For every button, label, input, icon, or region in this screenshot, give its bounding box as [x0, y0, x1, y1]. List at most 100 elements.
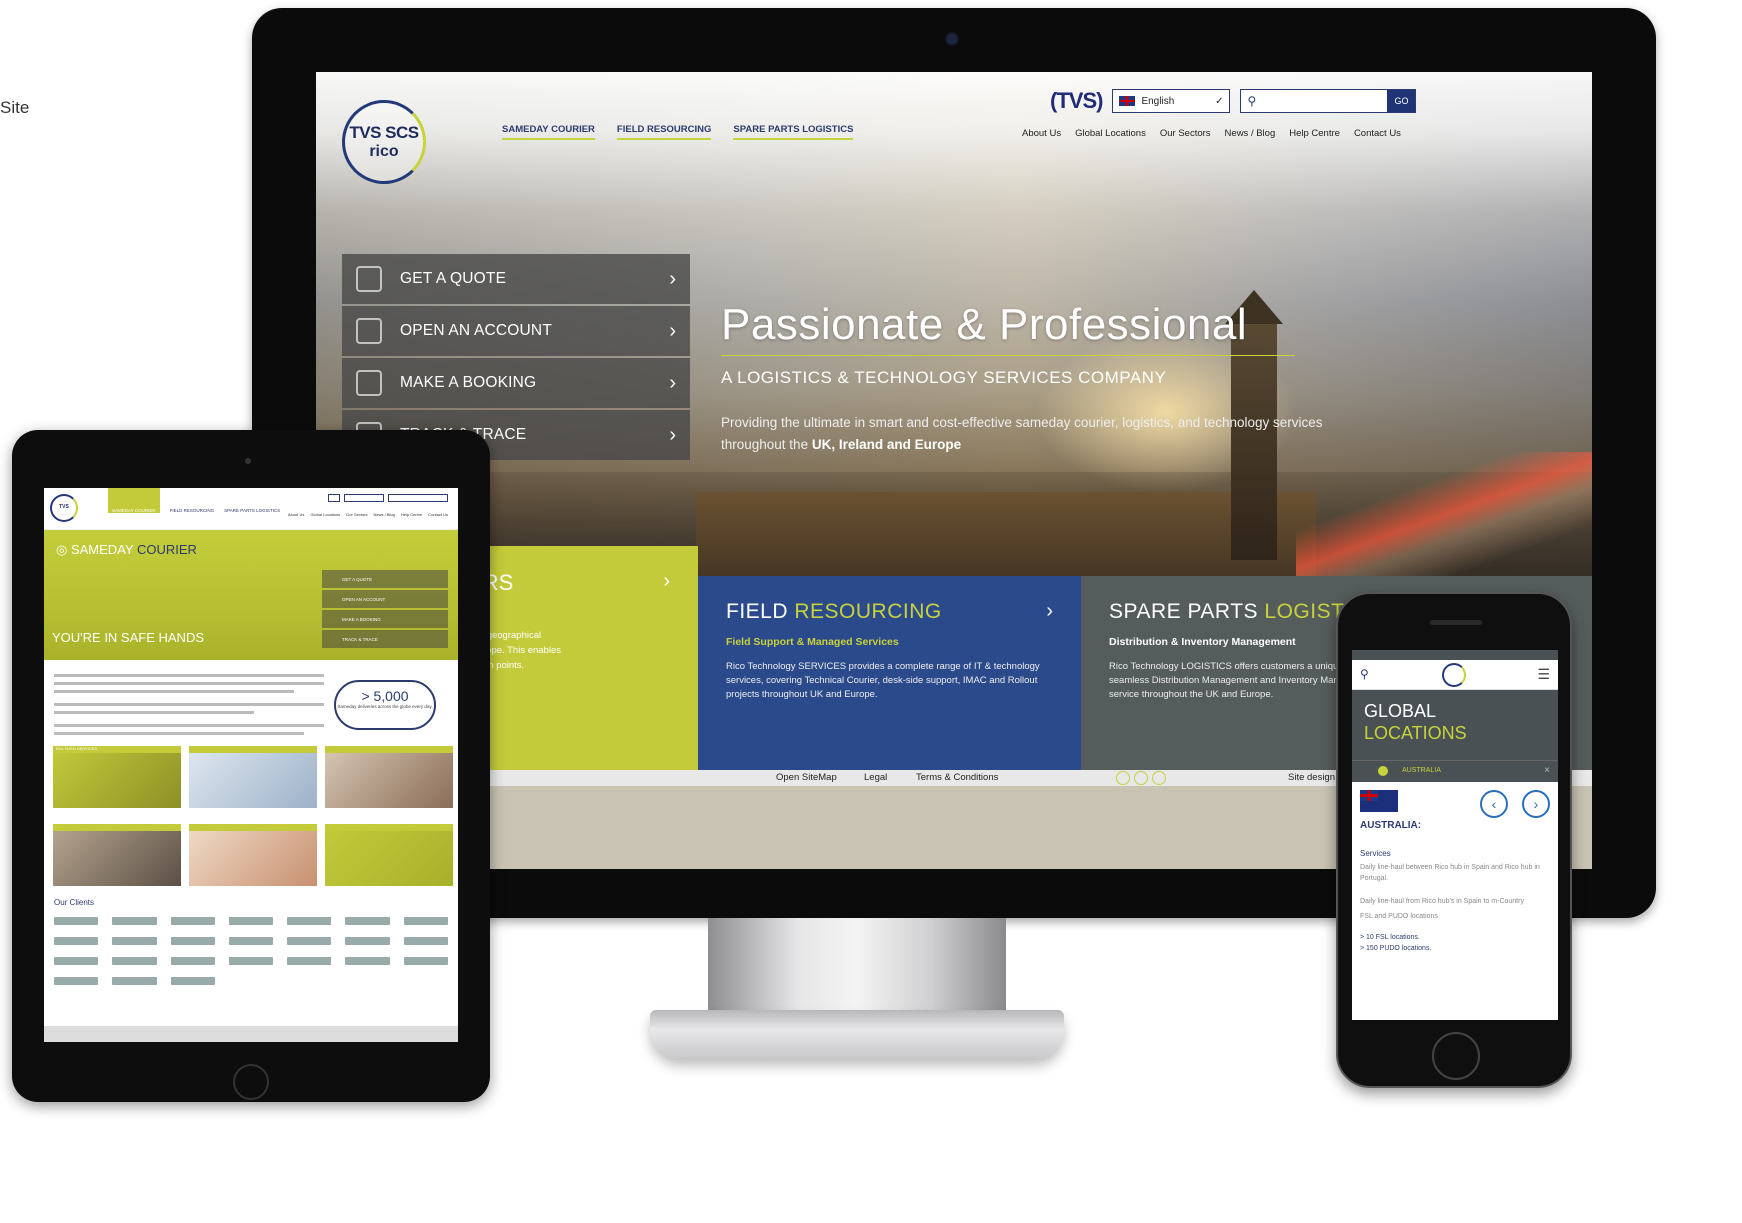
search-input[interactable] — [388, 494, 448, 502]
search-go-button[interactable]: GO — [1387, 90, 1416, 112]
site-logo[interactable] — [1442, 663, 1466, 687]
sector-tile[interactable]: ECL FLEXI SERVICES — [53, 746, 181, 808]
chevron-right-icon: › — [669, 371, 676, 394]
service-text-3: FSL and PUDO locations — [1360, 913, 1438, 920]
track-trace-button[interactable]: TRACK & TRACE — [322, 630, 448, 648]
tile-field-resourcing[interactable]: FIELD RESOURCING › Field Support & Manag… — [698, 576, 1081, 770]
language-value: English — [1141, 95, 1175, 107]
footer-terms[interactable]: Terms & Conditions — [916, 772, 998, 783]
sector-tile[interactable] — [325, 824, 453, 886]
quick-menu-label: MAKE A BOOKING — [400, 374, 537, 391]
tvs-logo[interactable]: (TVS) — [1050, 88, 1103, 114]
tablet-nav: SAMEDAY COURIER FIELD RESOURCING SPARE P… — [108, 488, 280, 513]
home-button[interactable] — [1432, 1032, 1480, 1080]
client-logo — [170, 977, 215, 985]
twitter-icon[interactable] — [1134, 771, 1148, 785]
hero-divider — [721, 355, 1295, 356]
quote-calculator-icon — [356, 266, 382, 292]
make-booking-button[interactable]: MAKE A BOOKING — [322, 610, 448, 628]
get-a-quote-button[interactable]: GET A QUOTE — [322, 570, 448, 588]
logo-line-2: rico — [369, 143, 399, 160]
nav-contact-us[interactable]: Contact Us — [1354, 128, 1401, 139]
chevron-right-icon: › — [663, 570, 670, 592]
nav-field-resourcing[interactable]: FIELD RESOURCING — [616, 124, 712, 140]
site-logo[interactable]: TVS — [50, 494, 78, 522]
search-box: ⚲ GO — [1240, 89, 1417, 113]
sector-tile[interactable] — [53, 824, 181, 886]
youtube-icon[interactable] — [1152, 771, 1166, 785]
client-logo — [403, 917, 448, 925]
tablet-header: TVS SAMEDAY COURIER FIELD RESOURCING SPA… — [44, 488, 458, 530]
footer-open-sitemap[interactable]: Open SiteMap — [776, 772, 837, 783]
next-location-button[interactable]: › — [1522, 790, 1550, 818]
linkedin-icon[interactable] — [1116, 771, 1130, 785]
client-logo — [345, 957, 390, 965]
clients-title: Our Clients — [54, 898, 95, 907]
nav-help-centre[interactable]: Help Centre — [1289, 128, 1340, 139]
hero-description: Providing the ultimate in smart and cost… — [721, 412, 1341, 456]
client-logo — [228, 957, 274, 965]
open-account-button[interactable]: OPEN AN ACCOUNT › — [342, 306, 690, 356]
nav-global-locations[interactable]: Global Locations — [310, 512, 340, 517]
main-nav: SAMEDAY COURIER FIELD RESOURCING SPARE P… — [502, 124, 854, 140]
hamburger-menu-icon[interactable]: ☰ — [1537, 666, 1550, 683]
chevron-right-icon: › — [669, 267, 676, 290]
sector-tile[interactable] — [325, 746, 453, 808]
client-logo — [112, 917, 157, 925]
nav-global-locations[interactable]: Global Locations — [1075, 128, 1146, 139]
nav-news-blog[interactable]: News / Blog — [1225, 128, 1276, 139]
nav-sameday-courier[interactable]: SAMEDAY COURIER — [108, 488, 160, 513]
location-details: ‹ › AUSTRALIA: Services Daily line-haul … — [1352, 782, 1558, 962]
chevron-right-icon: › — [1046, 600, 1053, 622]
padlock-icon — [356, 318, 382, 344]
nav-news-blog[interactable]: News / Blog — [374, 512, 395, 517]
site-logo[interactable]: TVS SCS rico — [342, 100, 426, 184]
close-icon[interactable]: × — [1544, 765, 1550, 776]
language-select[interactable]: English ✓ — [1112, 89, 1231, 113]
client-logo — [287, 937, 332, 945]
nav-help-centre[interactable]: Help Centre — [401, 512, 422, 517]
search-icon[interactable]: ⚲ — [1360, 667, 1369, 681]
country-heading: AUSTRALIA: — [1360, 820, 1422, 831]
service-text-1: Daily line-haul between Rico hub in Spai… — [1360, 864, 1540, 882]
location-selector[interactable]: AUSTRALIA × — [1352, 760, 1558, 782]
sector-tile[interactable] — [189, 824, 317, 886]
nav-field-resourcing[interactable]: FIELD RESOURCING — [170, 488, 215, 513]
nav-about-us[interactable]: About Us — [288, 512, 304, 517]
client-logo — [345, 937, 390, 945]
tvs-logo[interactable] — [328, 494, 340, 502]
nav-our-sectors[interactable]: Our Sectors — [1160, 128, 1211, 139]
hero-title: Passionate & Professional — [721, 300, 1248, 349]
tablet-safe-hands: YOU'RE IN SAFE HANDS — [52, 630, 205, 645]
nav-our-sectors[interactable]: Our Sectors — [346, 512, 367, 517]
language-select[interactable] — [344, 494, 384, 502]
tablet-quick-menu: GET A QUOTE OPEN AN ACCOUNT MAKE A BOOKI… — [322, 570, 448, 650]
open-account-button[interactable]: OPEN AN ACCOUNT — [322, 590, 448, 608]
search-input[interactable]: ⚲ — [1241, 90, 1387, 112]
title-line-1: GLOBAL — [1364, 701, 1437, 721]
tablet-screen: TVS SAMEDAY COURIER FIELD RESOURCING SPA… — [44, 488, 458, 1042]
prev-location-button[interactable]: ‹ — [1480, 790, 1508, 818]
tablet-device: TVS SAMEDAY COURIER FIELD RESOURCING SPA… — [12, 430, 490, 1102]
services-heading: Services — [1360, 849, 1391, 858]
get-a-quote-button[interactable]: GET A QUOTE › — [342, 254, 690, 304]
chevron-right-icon: › — [669, 423, 676, 446]
nav-about-us[interactable]: About Us — [1022, 128, 1061, 139]
nav-spare-parts-logistics[interactable]: SPARE PARTS LOGISTICS — [733, 124, 854, 140]
speaker-grille — [1430, 620, 1482, 625]
footer-legal[interactable]: Legal — [864, 772, 887, 783]
camera-icon — [245, 458, 251, 464]
make-booking-button[interactable]: MAKE A BOOKING › — [342, 358, 690, 408]
sector-tile[interactable] — [189, 746, 317, 808]
social-icons — [1116, 771, 1170, 788]
client-logo — [54, 957, 99, 965]
nav-spare-parts-logistics[interactable]: SPARE PARTS LOGISTICS — [224, 488, 280, 513]
client-logo — [170, 937, 215, 945]
nav-sameday-courier[interactable]: SAMEDAY COURIER — [502, 124, 595, 140]
home-button[interactable] — [233, 1064, 269, 1100]
chevron-right-icon: › — [669, 319, 676, 342]
side-caption: Site — [0, 98, 30, 117]
status-bar — [1352, 650, 1558, 660]
tile-subtitle: Field Support & Managed Services — [726, 636, 899, 648]
nav-contact-us[interactable]: Contact Us — [428, 512, 448, 517]
